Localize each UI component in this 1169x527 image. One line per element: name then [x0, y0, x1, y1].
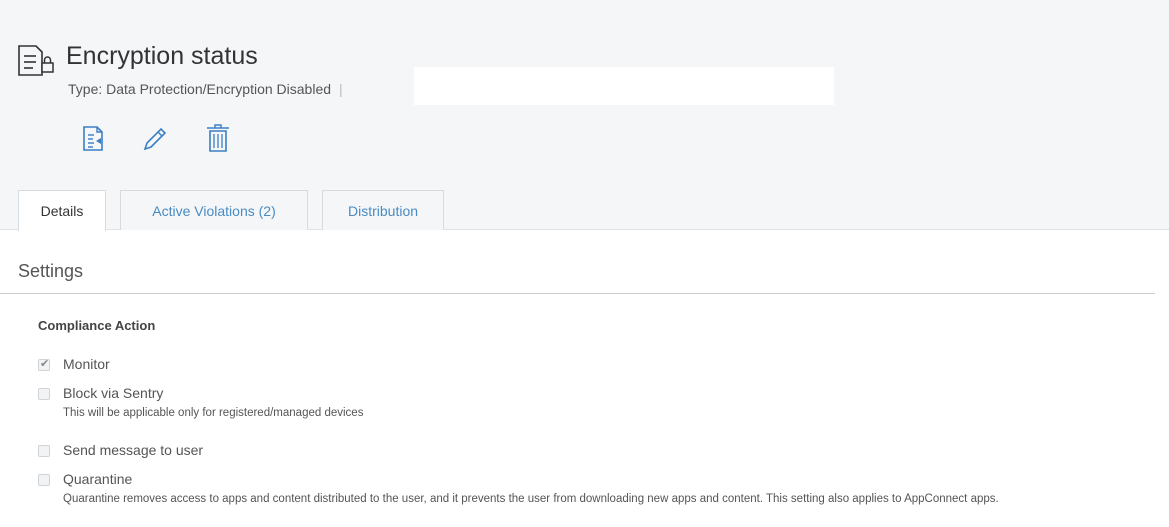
policy-lock-icon: [18, 45, 54, 76]
quarantine-description: Quarantine removes access to apps and co…: [63, 493, 999, 505]
settings-divider: [0, 293, 1155, 294]
monitor-label: Monitor: [63, 356, 110, 372]
block-via-sentry-label: Block via Sentry: [63, 385, 164, 401]
block-via-sentry-description: This will be applicable only for registe…: [63, 407, 364, 419]
quarantine-label: Quarantine: [63, 471, 133, 487]
policy-type: Type: Data Protection/Encryption Disable…: [68, 81, 343, 97]
quarantine-checkbox[interactable]: [38, 474, 50, 486]
send-message-label: Send message to user: [63, 442, 204, 458]
compliance-action-heading: Compliance Action: [38, 318, 156, 333]
pencil-edit-icon[interactable]: [140, 122, 168, 154]
tab-details[interactable]: Details: [18, 190, 106, 231]
policy-header: Encryption status Type: Data Protection/…: [0, 0, 1169, 231]
monitor-checkbox[interactable]: [38, 357, 50, 371]
policy-type-text: Type: Data Protection/Encryption Disable…: [68, 81, 332, 97]
page-title: Encryption status: [66, 42, 258, 70]
type-separator: |: [339, 81, 343, 97]
settings-heading: Settings: [18, 261, 84, 281]
send-message-checkbox[interactable]: [38, 445, 50, 457]
trash-icon[interactable]: [204, 122, 232, 154]
export-document-icon[interactable]: [80, 122, 108, 154]
policy-info-field: [414, 67, 834, 105]
tab-distribution[interactable]: Distribution: [322, 190, 444, 230]
block-via-sentry-checkbox[interactable]: [38, 388, 50, 400]
tab-active-violations[interactable]: Active Violations (2): [120, 190, 308, 230]
